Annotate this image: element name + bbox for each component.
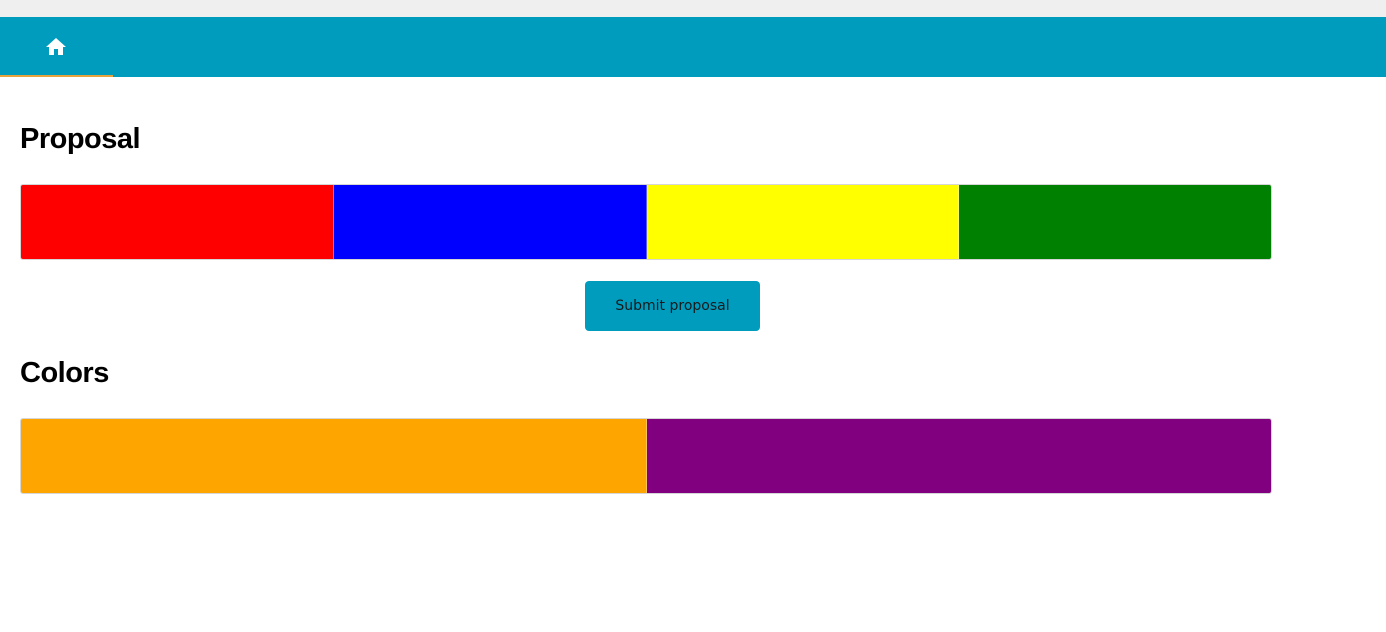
proposal-swatch[interactable]	[333, 185, 647, 259]
active-tab-underline	[0, 75, 113, 77]
proposal-swatch[interactable]	[646, 185, 960, 259]
color-swatch[interactable]	[646, 419, 1271, 493]
proposal-title: Proposal	[20, 123, 141, 155]
top-navbar	[0, 17, 1386, 77]
proposal-swatch-row	[20, 184, 1272, 260]
colors-swatch-row	[20, 418, 1272, 494]
proposal-swatch[interactable]	[21, 185, 334, 259]
browser-top-strip	[0, 0, 1386, 17]
home-icon	[46, 38, 66, 55]
submit-proposal-button[interactable]: Submit proposal	[585, 281, 760, 331]
colors-title: Colors	[20, 357, 109, 389]
proposal-swatch[interactable]	[959, 185, 1271, 259]
nav-home-tab[interactable]	[0, 17, 113, 77]
color-swatch[interactable]	[21, 419, 647, 493]
